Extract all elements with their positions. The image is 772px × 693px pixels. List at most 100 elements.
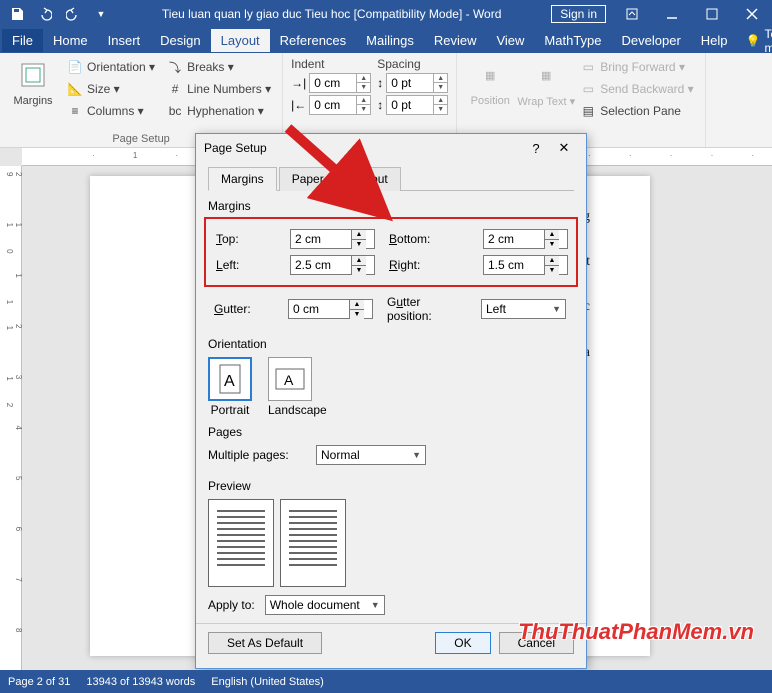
- dialog-title: Page Setup: [204, 141, 522, 155]
- indent-left-input[interactable]: ▲▼: [309, 73, 371, 93]
- qat-dropdown-icon[interactable]: ▼: [90, 3, 112, 25]
- dialog-tab-margins[interactable]: Margins: [208, 167, 277, 191]
- status-page[interactable]: Page 2 of 31: [8, 676, 70, 688]
- dialog-tab-paper[interactable]: Paper: [279, 167, 337, 191]
- breaks-icon: ⤵: [167, 59, 183, 75]
- tab-references[interactable]: References: [270, 29, 356, 52]
- tab-mathtype[interactable]: MathType: [534, 29, 611, 52]
- spin-up-icon[interactable]: ▲: [352, 230, 366, 240]
- redo-icon[interactable]: [62, 3, 84, 25]
- lightbulb-icon: 💡: [746, 34, 761, 48]
- orientation-landscape[interactable]: A Landscape: [268, 357, 327, 417]
- dialog-help-icon[interactable]: ?: [522, 141, 550, 156]
- spin-down-icon[interactable]: ▼: [545, 240, 559, 249]
- spin-up-icon[interactable]: ▲: [352, 256, 366, 266]
- spacing-header: Spacing: [377, 57, 448, 71]
- tab-design[interactable]: Design: [150, 29, 210, 52]
- tab-help[interactable]: Help: [691, 29, 738, 52]
- preview-panel: [208, 499, 574, 587]
- gutter-input[interactable]: ▲▼: [288, 299, 373, 319]
- orientation-button[interactable]: 📄Orientation ▾: [64, 57, 158, 77]
- line-numbers-button[interactable]: #Line Numbers ▾: [164, 79, 274, 99]
- spacing-before-input[interactable]: ▲▼: [386, 73, 448, 93]
- set-as-default-button[interactable]: Set As Default: [208, 632, 322, 654]
- send-backward-button: ▭Send Backward ▾: [577, 79, 696, 99]
- minimize-icon[interactable]: [652, 0, 692, 28]
- orientation-icon: 📄: [67, 59, 83, 75]
- right-input[interactable]: ▲▼: [483, 255, 568, 275]
- maximize-icon[interactable]: [692, 0, 732, 28]
- svg-text:A: A: [224, 373, 235, 390]
- window-controls: [612, 0, 772, 28]
- tab-home[interactable]: Home: [43, 29, 98, 52]
- right-label: Right:: [389, 258, 469, 272]
- tab-review[interactable]: Review: [424, 29, 487, 52]
- position-icon: ▦: [474, 59, 506, 91]
- indent-right-icon: |←: [291, 98, 306, 112]
- spin-up-icon[interactable]: ▲: [350, 300, 364, 310]
- spin-down-icon[interactable]: ▼: [352, 240, 366, 249]
- multiple-pages-select[interactable]: Normal▼: [316, 445, 426, 465]
- multiple-pages-label: Multiple pages:: [208, 448, 298, 462]
- margins-icon: [17, 59, 49, 91]
- sign-in-button[interactable]: Sign in: [551, 5, 606, 23]
- dialog-tabs: Margins Paper Layout: [208, 166, 574, 191]
- bring-forward-icon: ▭: [580, 59, 596, 75]
- selection-pane-icon: ▤: [580, 103, 596, 119]
- spin-down-icon[interactable]: ▼: [350, 310, 364, 319]
- dialog-tab-layout[interactable]: Layout: [339, 167, 401, 191]
- indent-left-icon: →|: [291, 76, 306, 90]
- tell-me-search[interactable]: 💡Tell me: [738, 27, 772, 55]
- tab-view[interactable]: View: [486, 29, 534, 52]
- size-button[interactable]: 📐Size ▾: [64, 79, 158, 99]
- spin-up-icon[interactable]: ▲: [545, 230, 559, 240]
- dialog-close-icon[interactable]: ✕: [550, 140, 578, 156]
- tab-developer[interactable]: Developer: [612, 29, 691, 52]
- bottom-label: Bottom:: [389, 232, 469, 246]
- undo-icon[interactable]: [34, 3, 56, 25]
- spin-down-icon[interactable]: ▼: [352, 266, 366, 275]
- orientation-portrait[interactable]: A Portrait: [208, 357, 252, 417]
- margins-button[interactable]: Margins: [8, 57, 58, 121]
- quick-access-toolbar: ▼: [0, 3, 118, 25]
- ok-button[interactable]: OK: [435, 632, 490, 654]
- section-margins-label: Margins: [208, 199, 574, 213]
- selection-pane-button[interactable]: ▤Selection Pane: [577, 101, 696, 121]
- line-numbers-icon: #: [167, 81, 183, 97]
- section-orientation-label: Orientation: [208, 337, 574, 351]
- position-button: ▦Position: [465, 57, 515, 121]
- apply-to-select[interactable]: Whole document▼: [265, 595, 385, 615]
- spin-up-icon[interactable]: ▲: [545, 256, 559, 266]
- save-icon[interactable]: [6, 3, 28, 25]
- hyphenation-button[interactable]: bcHyphenation ▾: [164, 101, 274, 121]
- tab-mailings[interactable]: Mailings: [356, 29, 424, 52]
- columns-button[interactable]: ≡Columns ▾: [64, 101, 158, 121]
- top-input[interactable]: ▲▼: [290, 229, 375, 249]
- gutter-position-select[interactable]: Left▼: [481, 299, 566, 319]
- status-language[interactable]: English (United States): [211, 676, 324, 688]
- tab-file[interactable]: File: [2, 29, 43, 52]
- close-icon[interactable]: [732, 0, 772, 28]
- vertical-ruler[interactable]: 2 1 1 2 3 4 5 6 7 8 9 10 11 12: [0, 166, 22, 670]
- bottom-input[interactable]: ▲▼: [483, 229, 568, 249]
- bring-forward-button: ▭Bring Forward ▾: [577, 57, 696, 77]
- window-title: Tieu luan quan ly giao duc Tieu hoc [Com…: [118, 7, 545, 21]
- status-words[interactable]: 13943 of 13943 words: [86, 676, 195, 688]
- left-label: Left:: [216, 258, 276, 272]
- breaks-button[interactable]: ⤵Breaks ▾: [164, 57, 274, 77]
- tab-insert[interactable]: Insert: [98, 29, 151, 52]
- status-bar: Page 2 of 31 13943 of 13943 words Englis…: [0, 670, 772, 693]
- columns-icon: ≡: [67, 103, 83, 119]
- gutter-position-label: Gutter position:: [387, 295, 467, 323]
- gutter-label: Gutter:: [214, 302, 274, 316]
- spin-down-icon[interactable]: ▼: [545, 266, 559, 275]
- left-input[interactable]: ▲▼: [290, 255, 375, 275]
- apply-to-label: Apply to:: [208, 598, 255, 612]
- hyphenation-icon: bc: [167, 103, 183, 119]
- page-setup-dialog: Page Setup ? ✕ Margins Paper Layout Marg…: [195, 133, 587, 669]
- indent-right-input[interactable]: ▲▼: [309, 95, 371, 115]
- ribbon-collapse-icon[interactable]: [612, 0, 652, 28]
- section-preview-label: Preview: [208, 479, 574, 493]
- tab-layout[interactable]: Layout: [211, 29, 270, 52]
- spacing-after-input[interactable]: ▲▼: [386, 95, 448, 115]
